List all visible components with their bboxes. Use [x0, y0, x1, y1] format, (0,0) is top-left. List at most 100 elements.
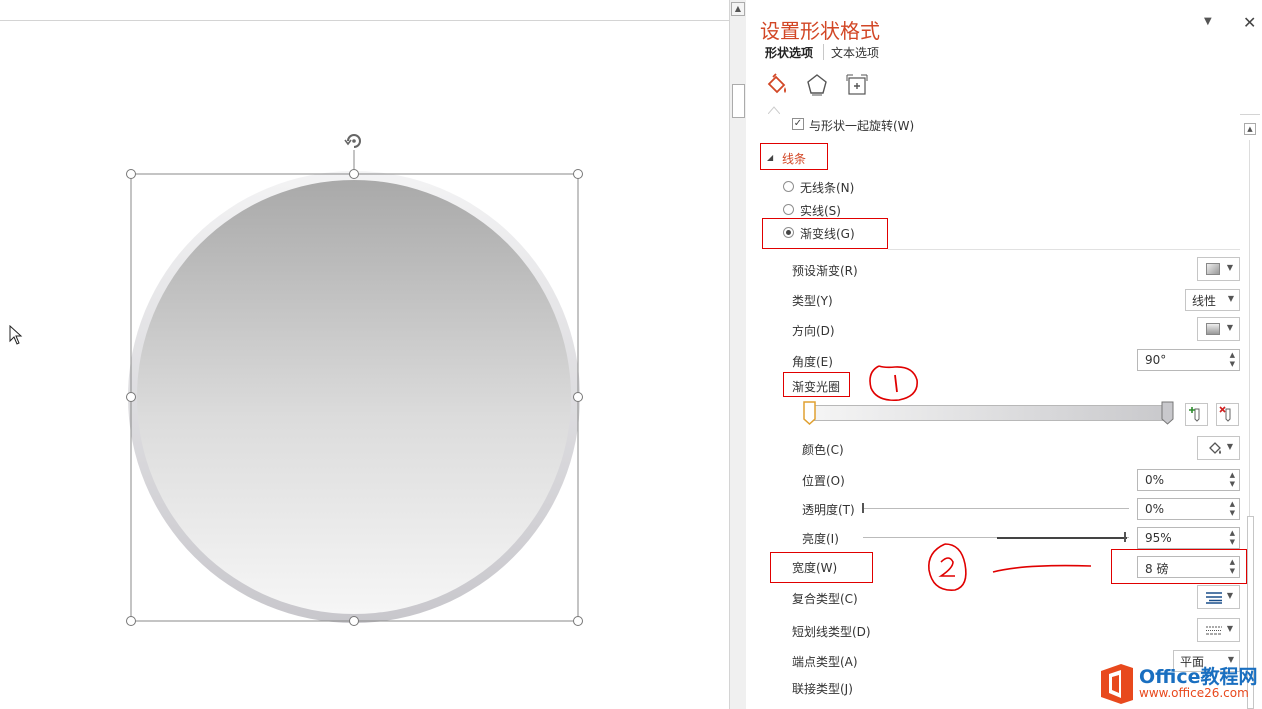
color-label: 颜色(C) — [802, 443, 844, 457]
close-icon[interactable]: ✕ — [1243, 13, 1256, 32]
active-tab-pointer — [768, 106, 780, 114]
logo-url-text: www.office26.com — [1139, 686, 1249, 700]
canvas-scrollbar[interactable]: ▲ — [729, 0, 746, 709]
highlight-box-width-label — [770, 552, 873, 583]
size-properties-icon[interactable] — [844, 72, 870, 98]
direction-label: 方向(D) — [792, 324, 835, 338]
gradient-type-label: 类型(Y) — [792, 294, 833, 308]
angle-label: 角度(E) — [792, 355, 833, 369]
highlight-box-gradient-line — [762, 218, 888, 249]
chevron-down-icon: ▼ — [1226, 263, 1233, 272]
gradient-type-value: 线性 — [1192, 294, 1217, 308]
highlight-box-gradient-stops — [783, 372, 850, 397]
solid-line-label: 实线(S) — [800, 204, 841, 218]
transparency-spinner[interactable]: 0% ▲ ▼ — [1137, 498, 1240, 520]
resize-handle-top-right[interactable] — [573, 169, 583, 179]
spinner-arrows-icon[interactable]: ▲ ▼ — [1230, 529, 1235, 547]
remove-stop-icon — [1219, 406, 1231, 422]
transparency-label: 透明度(T) — [802, 503, 855, 517]
options-divider — [888, 249, 1240, 250]
pane-scrollbar[interactable]: ▲ — [1244, 120, 1258, 709]
slide-canvas[interactable] — [0, 0, 729, 709]
highlight-box-width-value — [1111, 549, 1247, 584]
resize-handle-top-left[interactable] — [126, 169, 136, 179]
rotate-with-shape-label: 与形状一起旋转(W) — [809, 119, 915, 133]
gradient-stop-right-handle[interactable] — [1161, 401, 1174, 425]
fill-line-icon[interactable] — [764, 72, 790, 98]
chevron-down-icon: ▼ — [1226, 591, 1233, 600]
rotate-handle-icon[interactable] — [344, 134, 361, 148]
preset-gradient-swatch — [1206, 263, 1220, 275]
compound-type-label: 复合类型(C) — [792, 592, 858, 606]
chevron-down-icon: ▼ — [1226, 323, 1233, 332]
handwritten-annotation-2 — [928, 543, 1092, 591]
spinner-arrows-icon[interactable]: ▲ ▼ — [1230, 351, 1235, 369]
tab-separator — [823, 44, 824, 60]
resize-handle-bottom-right[interactable] — [573, 616, 583, 626]
spinner-arrows-icon[interactable]: ▲ ▼ — [1230, 500, 1235, 518]
no-line-radio[interactable] — [783, 181, 794, 192]
rotate-with-shape-checkbox[interactable]: ✓ — [792, 118, 804, 130]
gradient-stops-bar[interactable] — [810, 405, 1168, 421]
shape-fill — [137, 180, 571, 614]
slide-top-edge — [0, 20, 729, 21]
color-picker-button[interactable]: ▼ — [1197, 436, 1240, 460]
angle-spinner[interactable]: 90° ▲ ▼ — [1137, 349, 1240, 371]
pane-title: 设置形状格式 — [760, 19, 880, 43]
compound-lines-icon — [1206, 592, 1222, 604]
chevron-down-icon: ▼ — [1227, 294, 1234, 303]
office-logo-icon — [1101, 664, 1133, 704]
angle-value: 90° — [1145, 353, 1167, 367]
brightness-slider-thumb[interactable] — [1124, 532, 1126, 542]
position-value: 0% — [1145, 473, 1165, 487]
brightness-value: 95% — [1145, 531, 1172, 545]
format-shape-pane: 设置形状格式 ▼ ✕ 形状选项 文本选项 ▲ ✓ 与形状一起旋转(W) ◢ 线条 — [747, 0, 1262, 709]
position-label: 位置(O) — [802, 474, 845, 488]
no-line-label: 无线条(N) — [800, 181, 855, 195]
resize-handle-bottom[interactable] — [349, 616, 359, 626]
mouse-cursor-icon — [9, 325, 23, 345]
scroll-up-arrow-icon[interactable]: ▲ — [731, 2, 745, 16]
remove-gradient-stop-button[interactable] — [1216, 403, 1239, 426]
preset-gradient-button[interactable]: ▼ — [1197, 257, 1240, 281]
add-gradient-stop-button[interactable] — [1185, 403, 1208, 426]
resize-handle-left[interactable] — [126, 392, 136, 402]
tab-shape-options[interactable]: 形状选项 — [765, 44, 813, 61]
position-spinner[interactable]: 0% ▲ ▼ — [1137, 469, 1240, 491]
spinner-arrows-icon[interactable]: ▲ ▼ — [1230, 471, 1235, 489]
gradient-stop-left-handle[interactable] — [803, 401, 816, 425]
tab-text-options[interactable]: 文本选项 — [831, 44, 879, 61]
pane-options-chevron-down-icon[interactable]: ▼ — [1204, 16, 1212, 27]
add-stop-icon — [1189, 407, 1200, 422]
gradient-type-select[interactable]: 线性 ▼ — [1185, 289, 1240, 311]
brightness-label: 亮度(I) — [802, 532, 839, 546]
join-type-label: 联接类型(J) — [792, 682, 853, 696]
cap-type-label: 端点类型(A) — [792, 655, 858, 669]
dash-type-button[interactable]: ▼ — [1197, 618, 1240, 642]
scroll-clip-mask — [760, 114, 1240, 118]
scroll-thumb[interactable] — [732, 84, 745, 118]
logo-brand-text: Office教程网 — [1139, 666, 1258, 688]
resize-handle-bottom-left[interactable] — [126, 616, 136, 626]
chevron-down-icon: ▼ — [1226, 624, 1233, 633]
solid-line-radio[interactable] — [783, 204, 794, 215]
transparency-slider-thumb[interactable] — [862, 503, 864, 513]
transparency-slider-track[interactable] — [863, 508, 1129, 509]
pane-scroll-up-icon[interactable]: ▲ — [1244, 123, 1256, 135]
handwritten-annotation-1 — [869, 365, 918, 402]
chevron-down-icon: ▼ — [1226, 442, 1233, 451]
highlight-box-line-section — [760, 143, 828, 170]
dash-lines-icon — [1206, 626, 1222, 635]
direction-button[interactable]: ▼ — [1197, 317, 1240, 341]
compound-type-button[interactable]: ▼ — [1197, 585, 1240, 609]
gradient-circle-shape[interactable] — [120, 125, 595, 635]
effects-icon[interactable] — [804, 72, 830, 98]
resize-handle-right[interactable] — [573, 392, 583, 402]
direction-swatch — [1206, 323, 1220, 335]
preset-gradient-label: 预设渐变(R) — [792, 264, 858, 278]
dash-type-label: 短划线类型(D) — [792, 625, 871, 639]
paint-bucket-icon — [1209, 442, 1221, 454]
office26-logo: Office教程网 www.office26.com — [1097, 660, 1262, 709]
brightness-spinner[interactable]: 95% ▲ ▼ — [1137, 527, 1240, 549]
resize-handle-top[interactable] — [349, 169, 359, 179]
